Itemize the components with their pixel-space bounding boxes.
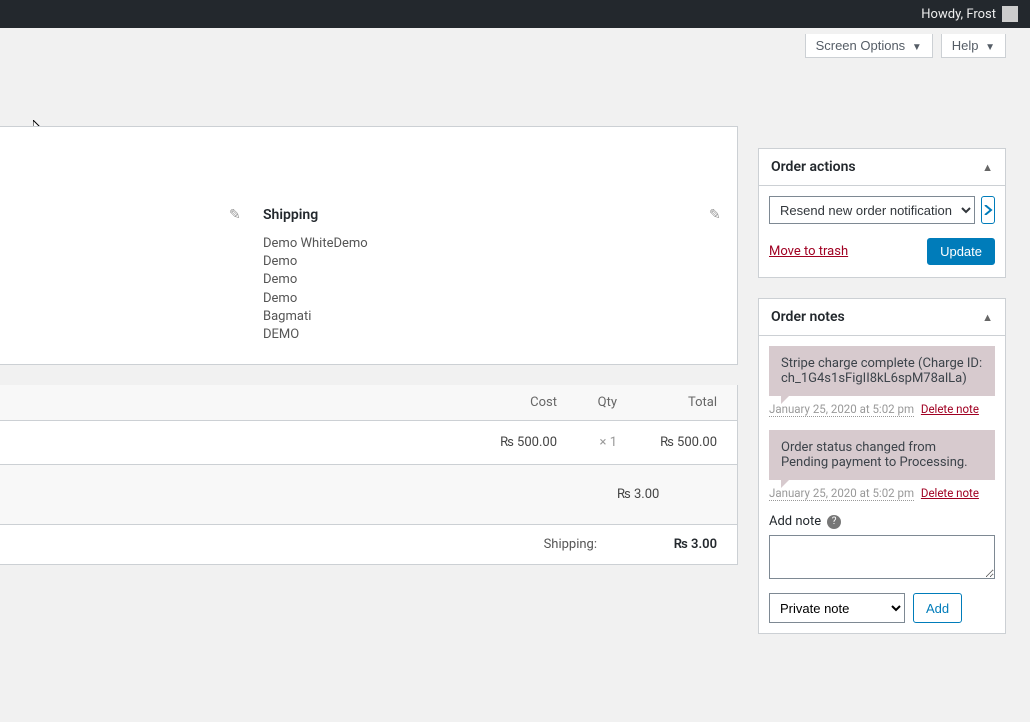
- apply-action-button[interactable]: [981, 196, 995, 224]
- delete-note-link[interactable]: Delete note: [921, 486, 979, 500]
- pencil-icon[interactable]: ✎: [709, 207, 721, 223]
- greeting[interactable]: Howdy, Frost: [921, 7, 996, 22]
- order-notes-panel: Order notes ▲ Stripe charge complete (Ch…: [758, 298, 1006, 634]
- help-label: Help: [952, 38, 979, 53]
- screen-options-label: Screen Options: [816, 38, 906, 53]
- note-meta: January 25, 2020 at 5:02 pm Delete note: [769, 402, 995, 416]
- order-action-select[interactable]: Resend new order notification: [769, 196, 975, 224]
- order-actions-title: Order actions: [771, 159, 856, 175]
- pencil-icon[interactable]: ✎: [229, 207, 241, 223]
- help-button[interactable]: Help ▼: [941, 34, 1006, 58]
- order-note: Stripe charge complete (Charge ID: ch_1G…: [769, 346, 995, 396]
- note-date: January 25, 2020 at 5:02 pm: [769, 402, 914, 417]
- admin-bar: Howdy, Frost: [0, 0, 1030, 28]
- top-buttons: Screen Options ▼ Help ▼: [0, 28, 1030, 64]
- note-meta: January 25, 2020 at 5:02 pm Delete note: [769, 486, 995, 500]
- shipping-heading: Shipping: [263, 207, 483, 223]
- totals-value: ₨ 3.00: [637, 537, 717, 552]
- col-cost-header: Cost: [467, 395, 557, 410]
- shipping-line: Bagmati: [263, 308, 483, 326]
- caret-down-icon: ▼: [985, 42, 995, 53]
- col-qty-header: Qty: [557, 395, 617, 410]
- shipping-line: Demo: [263, 271, 483, 289]
- note-type-select[interactable]: Private note: [769, 593, 905, 623]
- shipping-line: DEMO: [263, 326, 483, 344]
- panel-header[interactable]: Order actions ▲: [759, 149, 1005, 186]
- totals-row: Shipping: ₨ 3.00: [0, 525, 738, 565]
- delete-note-link[interactable]: Delete note: [921, 402, 979, 416]
- items-header: Cost Qty Total: [0, 385, 738, 421]
- add-note-button[interactable]: Add: [913, 593, 962, 623]
- note-date: January 25, 2020 at 5:02 pm: [769, 486, 914, 501]
- totals-label: Shipping:: [544, 537, 597, 552]
- shipping-address: Shipping Demo WhiteDemo Demo Demo Demo B…: [263, 207, 483, 344]
- note-text: Order status changed from Pending paymen…: [781, 440, 968, 470]
- item-qty: × 1: [557, 435, 617, 450]
- col-total-header: Total: [617, 395, 717, 410]
- item-row: ₨ 500.00 × 1 ₨ 500.00: [0, 421, 738, 465]
- shipping-total: ₨ 3.00: [617, 487, 717, 502]
- order-actions-panel: Order actions ▲ Resend new order notific…: [758, 148, 1006, 278]
- item-total: ₨ 500.00: [617, 435, 717, 450]
- item-cost: ₨ 500.00: [467, 435, 557, 450]
- add-note-label: Add note ?: [769, 514, 995, 529]
- caret-down-icon: ▼: [912, 42, 922, 53]
- avatar[interactable]: [1002, 6, 1018, 22]
- order-notes-title: Order notes: [771, 309, 845, 325]
- note-textarea[interactable]: [769, 535, 995, 579]
- collapse-icon[interactable]: ▲: [982, 311, 993, 324]
- chevron-right-icon: [983, 205, 993, 215]
- move-to-trash-link[interactable]: Move to trash: [769, 244, 848, 259]
- shipping-line: Demo: [263, 253, 483, 271]
- panel-header[interactable]: Order notes ▲: [759, 299, 1005, 336]
- screen-options-button[interactable]: Screen Options ▼: [805, 34, 933, 58]
- help-icon[interactable]: ?: [827, 515, 841, 529]
- collapse-icon[interactable]: ▲: [982, 161, 993, 174]
- shipping-row: ₨ 3.00: [0, 465, 738, 525]
- shipping-line: Demo: [263, 290, 483, 308]
- shipping-line: Demo WhiteDemo: [263, 235, 483, 253]
- order-note: Order status changed from Pending paymen…: [769, 430, 995, 480]
- note-text: Stripe charge complete (Charge ID: ch_1G…: [781, 356, 982, 386]
- update-button[interactable]: Update: [927, 238, 995, 265]
- order-details-panel: ✎ ✎ Shipping Demo WhiteDemo Demo Demo De…: [0, 126, 738, 365]
